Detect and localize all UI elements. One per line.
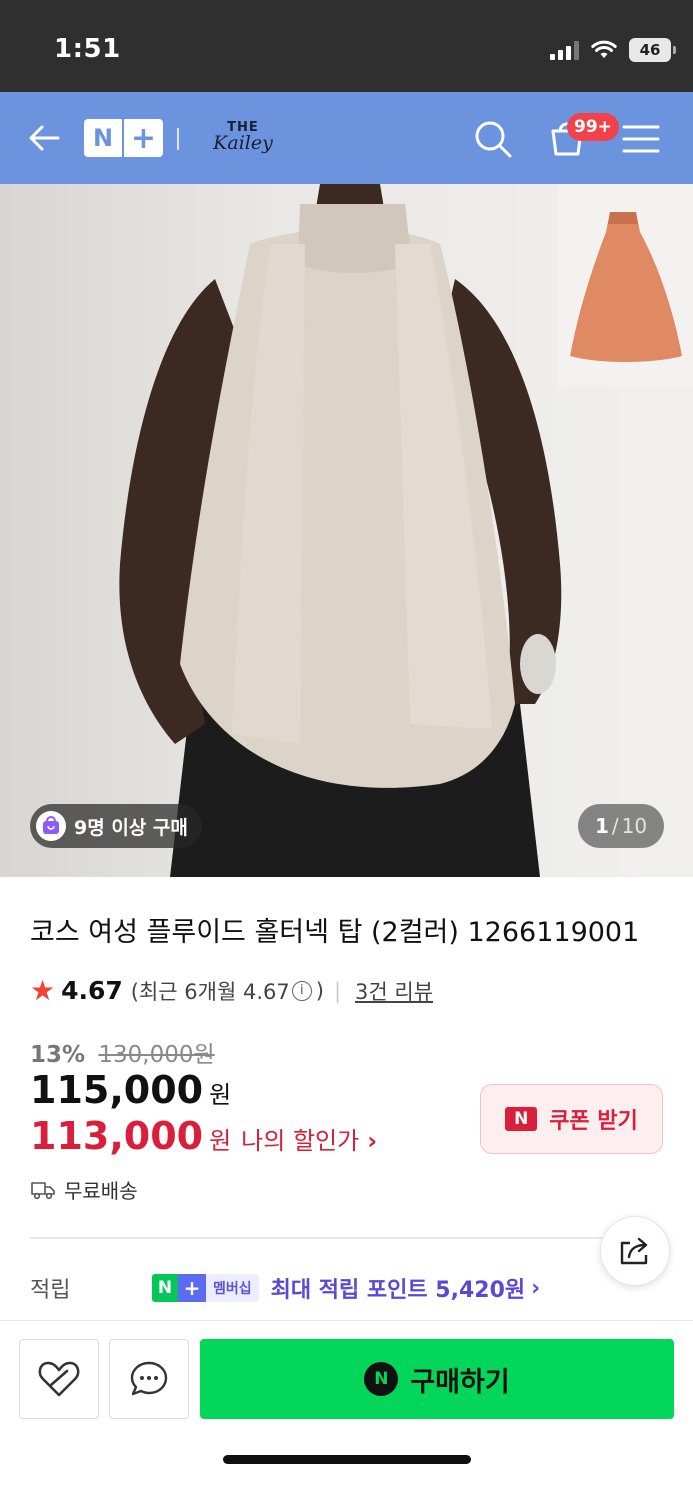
- rating-score: 4.67: [61, 976, 123, 1005]
- shipping-info: 무료배송: [30, 1175, 138, 1204]
- chevron-right-icon: ›: [367, 1127, 378, 1155]
- store-logo[interactable]: THE Kailey: [208, 120, 278, 154]
- share-icon: [620, 1237, 648, 1265]
- truck-icon: [31, 1181, 55, 1199]
- shipping-text: 무료배송: [64, 1179, 138, 1203]
- home-indicator: [223, 1455, 471, 1464]
- menu-icon[interactable]: [622, 122, 660, 156]
- info-icon[interactable]: i: [291, 980, 312, 1001]
- image-counter-separator: /: [611, 814, 619, 838]
- shopping-bag-icon: [36, 811, 66, 841]
- wifi-icon: [591, 40, 617, 58]
- chevron-right-icon: ›: [531, 1275, 541, 1301]
- my-price-unit: 원: [209, 1127, 232, 1155]
- sale-price: 115,000 원: [30, 1068, 231, 1112]
- talk-talk-button[interactable]: [109, 1339, 189, 1419]
- coupon-button[interactable]: N 쿠폰 받기: [480, 1084, 663, 1154]
- rating-row: ★ 4.67 (최근 6개월 4.67 i ) | 3건 리뷰: [30, 974, 433, 1007]
- membership-text: 멤버십: [206, 1274, 259, 1302]
- status-time: 1:51: [54, 34, 121, 64]
- my-price-label: 나의 할인가: [241, 1127, 360, 1155]
- membership-badge: N + 멤버십: [152, 1274, 259, 1302]
- logo-n: N: [92, 124, 114, 152]
- rating-recent-close: ): [315, 978, 324, 1003]
- buy-button[interactable]: N 구매하기: [200, 1339, 674, 1419]
- product-thumbnail[interactable]: [558, 184, 693, 387]
- buyers-count-badge: 9명 이상 구매: [30, 804, 202, 848]
- store-logo-name: Kailey: [213, 132, 273, 154]
- cart-count-badge: 99+: [567, 113, 619, 141]
- back-arrow-icon[interactable]: [24, 118, 64, 158]
- points-row[interactable]: 적립 N + 멤버십 최대 적립 포인트 5,420원 ›: [30, 1270, 650, 1306]
- points-label: 적립: [30, 1278, 71, 1303]
- naver-plus-logo[interactable]: N +: [84, 119, 163, 157]
- buy-button-label: 구매하기: [410, 1366, 510, 1398]
- battery-icon: 46: [629, 38, 676, 62]
- status-bar: 1:51 46: [0, 0, 693, 92]
- bottom-action-bar: N 구매하기: [0, 1320, 693, 1500]
- naver-n-icon: N: [505, 1107, 538, 1131]
- rating-divider: |: [333, 978, 342, 1003]
- chat-bubble-icon: [130, 1361, 168, 1396]
- wishlist-button[interactable]: [19, 1339, 99, 1419]
- my-price-value: 113,000: [30, 1114, 204, 1158]
- review-link[interactable]: 3건 리뷰: [355, 976, 433, 1006]
- sale-price-value: 115,000: [30, 1068, 204, 1112]
- original-price: 130,000원: [98, 1042, 215, 1068]
- discount-percent: 13%: [30, 1042, 86, 1068]
- thumbnail-photo: [570, 212, 682, 362]
- discount-row: 13% 130,000원: [30, 1035, 215, 1069]
- star-icon: ★: [30, 974, 56, 1007]
- buyers-count-text: 9명 이상 구매: [74, 816, 188, 839]
- header-divider: [177, 128, 179, 150]
- points-text: 최대 적립 포인트 5,420원: [270, 1278, 526, 1303]
- rating-recent: (최근 6개월 4.67: [130, 979, 290, 1004]
- image-counter: 1 / 10: [578, 804, 664, 848]
- product-title: 코스 여성 플루이드 홀터넥 탑 (2컬러) 1266119001: [30, 917, 640, 948]
- status-icons: 46: [550, 38, 676, 62]
- naver-pay-icon: N: [364, 1362, 399, 1396]
- search-icon[interactable]: [472, 118, 514, 160]
- membership-plus: +: [178, 1274, 206, 1302]
- image-counter-current: 1: [594, 814, 609, 838]
- signal-icon: [550, 40, 579, 60]
- sale-price-unit: 원: [209, 1081, 232, 1109]
- image-counter-total: 10: [621, 814, 648, 838]
- my-discount-price[interactable]: 113,000 원 나의 할인가 ›: [30, 1114, 377, 1158]
- logo-plus: +: [130, 120, 157, 156]
- section-divider: [30, 1237, 663, 1239]
- membership-n: N: [152, 1274, 178, 1302]
- coupon-label: 쿠폰 받기: [549, 1109, 638, 1134]
- heart-icon: [38, 1361, 80, 1397]
